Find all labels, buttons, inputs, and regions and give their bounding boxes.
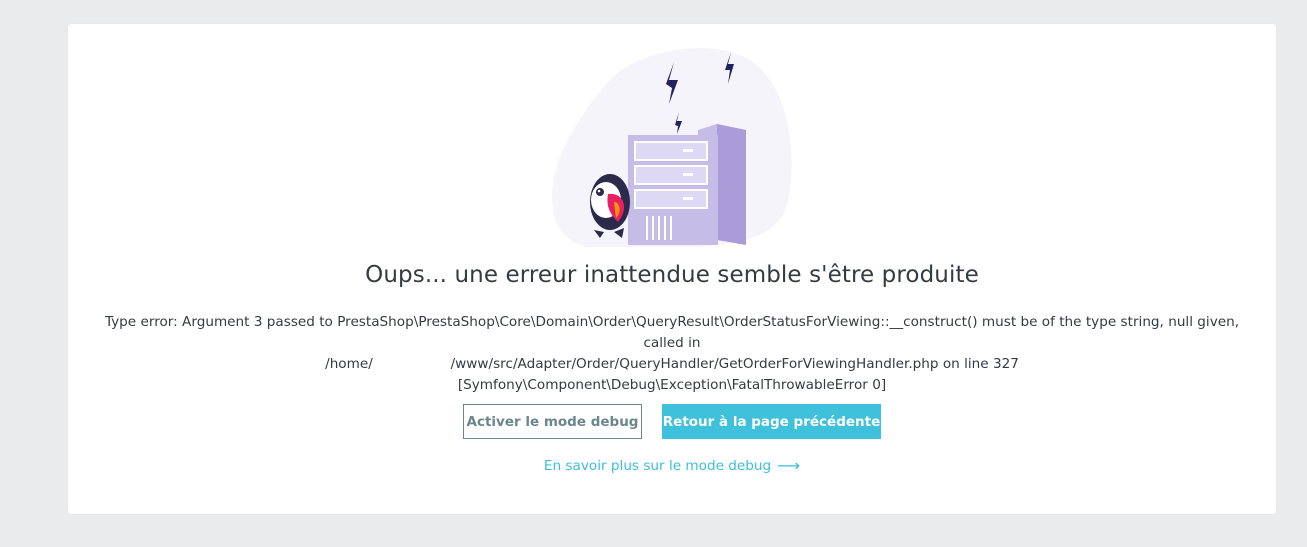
- error-message-line: [Symfony\Component\Debug\Exception\Fatal…: [457, 377, 887, 393]
- server-error-illustration-icon: [551, 48, 792, 247]
- learn-more-label: En savoir plus sur le mode debug: [543, 458, 772, 474]
- error-card: Oups... une erreur inattendue semble s'ê…: [68, 24, 1276, 514]
- error-message: Type error: Argument 3 passed to PrestaS…: [88, 312, 1256, 396]
- back-to-previous-page-button[interactable]: Retour à la page précédente: [662, 404, 881, 439]
- error-message-line: /home/ /www/src/Adapter/Order/QueryHandl…: [325, 356, 1019, 372]
- enable-debug-button[interactable]: Activer le mode debug: [463, 404, 642, 439]
- error-message-line: Type error: Argument 3 passed to PrestaS…: [104, 314, 1240, 351]
- learn-more-debug-link[interactable]: En savoir plus sur le mode debug ⟶: [68, 456, 1276, 475]
- arrow-right-icon: ⟶: [777, 456, 801, 475]
- error-title: Oups... une erreur inattendue semble s'ê…: [365, 262, 979, 288]
